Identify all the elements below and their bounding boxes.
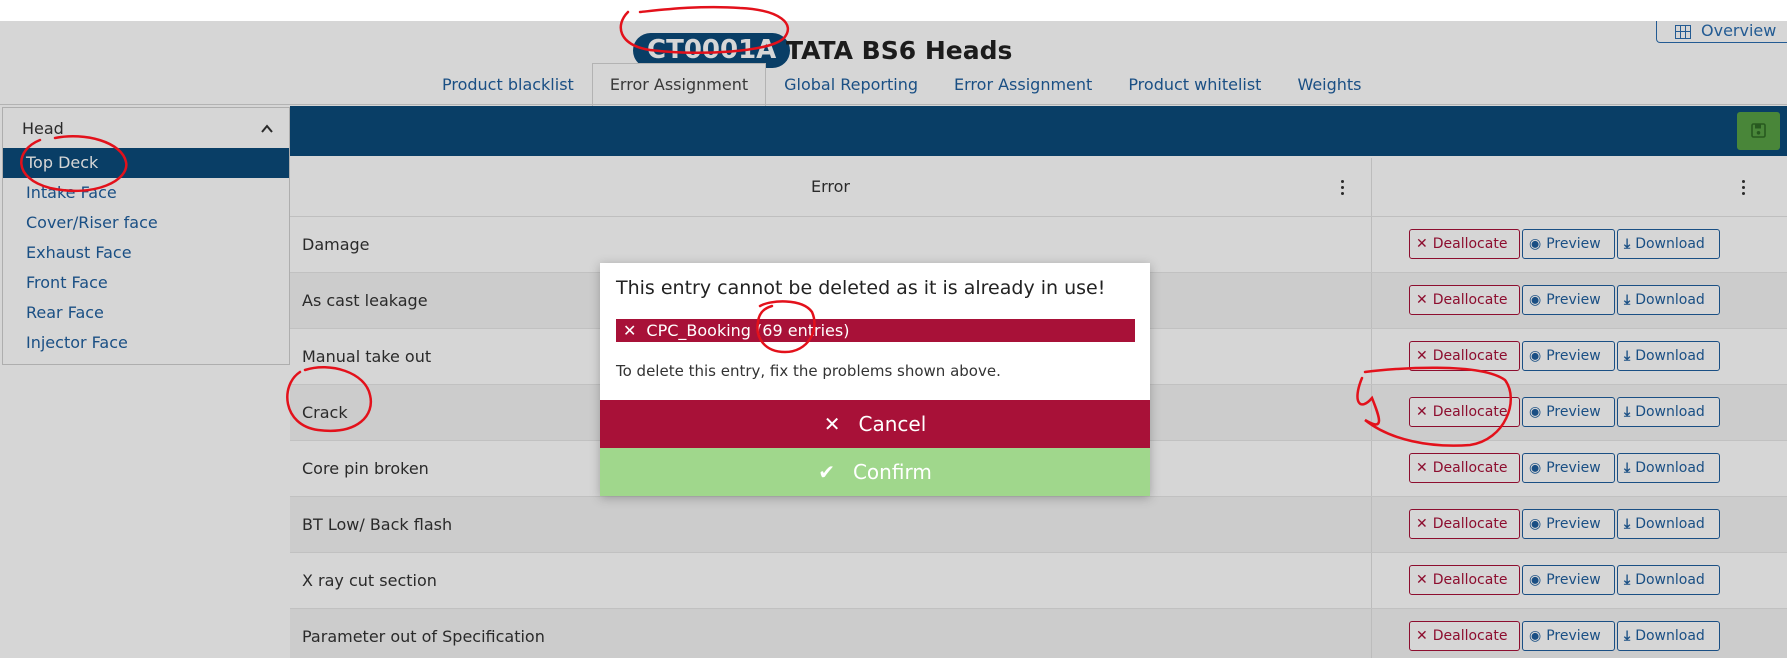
- confirm-label: Confirm: [852, 460, 932, 484]
- error-item: ✕ CPC_Booking (69 entries): [616, 319, 1135, 342]
- confirm-delete-dialog: This entry cannot be deleted as it is al…: [600, 263, 1150, 496]
- cancel-button[interactable]: ✕ Cancel: [600, 400, 1150, 448]
- dialog-hint: To delete this entry, fix the problems s…: [616, 362, 1001, 380]
- close-icon: ✕: [623, 321, 637, 340]
- confirm-button[interactable]: ✔ Confirm: [600, 448, 1150, 496]
- close-icon: ✕: [823, 412, 841, 436]
- error-item-label: CPC_Booking (69 entries): [646, 321, 850, 340]
- cancel-label: Cancel: [858, 412, 927, 436]
- check-icon: ✔: [818, 460, 835, 484]
- dialog-message: This entry cannot be deleted as it is al…: [616, 277, 1106, 299]
- top-strip: [0, 0, 1787, 21]
- app-page: CT0001A TATA BS6 Heads Overview Product …: [0, 0, 1787, 658]
